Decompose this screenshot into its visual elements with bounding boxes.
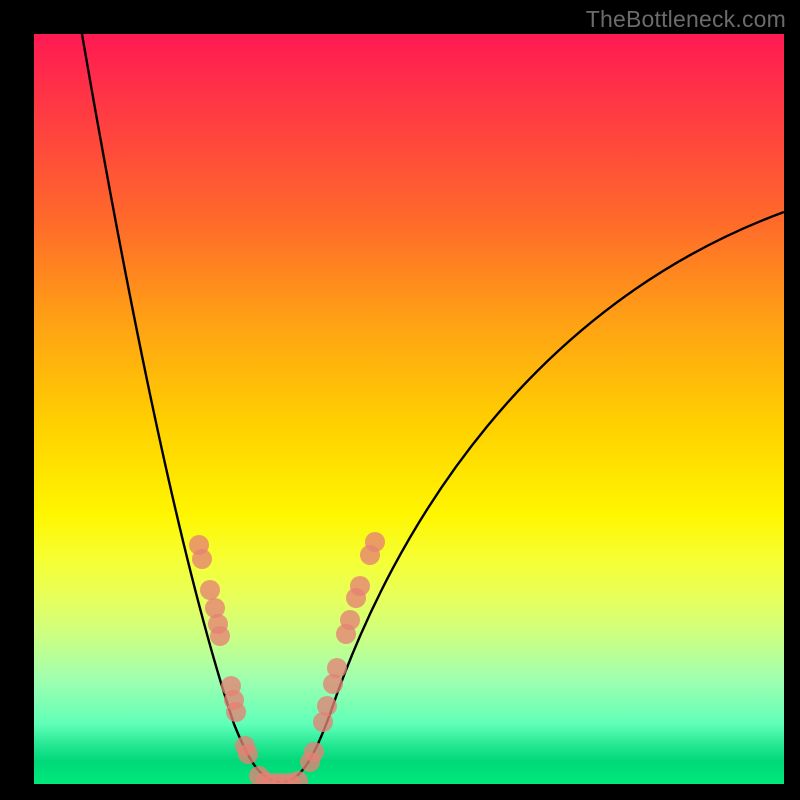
data-point [327, 658, 347, 678]
data-point [226, 702, 246, 722]
plot-area [34, 34, 784, 784]
data-point [317, 696, 337, 716]
dots-group [189, 532, 385, 784]
data-point [200, 580, 220, 600]
data-point [192, 549, 212, 569]
data-point [288, 771, 308, 784]
data-point [210, 626, 230, 646]
data-point [304, 742, 324, 762]
data-point [238, 744, 258, 764]
chart-svg [34, 34, 784, 784]
data-point [365, 532, 385, 552]
data-point [340, 610, 360, 630]
watermark-text: TheBottleneck.com [586, 6, 786, 33]
curve-right [282, 212, 784, 782]
data-point [350, 576, 370, 596]
curve-left [82, 34, 282, 782]
